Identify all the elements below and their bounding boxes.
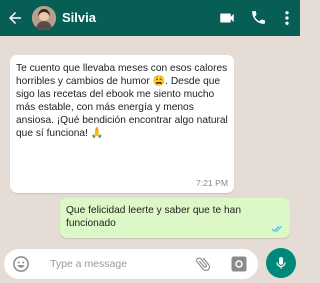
voice-message-button[interactable] <box>266 248 296 278</box>
avatar[interactable] <box>32 6 56 30</box>
incoming-message[interactable]: Te cuento que llevaba meses con esos cal… <box>10 55 234 193</box>
read-receipt-icon <box>271 225 282 233</box>
message-text: Que felicidad leerte y saber que te han … <box>66 205 241 229</box>
outgoing-message[interactable]: Que felicidad leerte y saber que te han … <box>60 198 290 238</box>
message-timestamp: 7:21 PM <box>195 178 228 188</box>
arrow-left-icon[interactable] <box>6 9 24 27</box>
paperclip-icon[interactable] <box>194 255 212 273</box>
message-input[interactable] <box>50 257 160 271</box>
microphone-icon <box>276 257 286 269</box>
phone-icon[interactable] <box>250 9 267 26</box>
kebab-menu-icon[interactable] <box>280 9 294 27</box>
video-camera-icon[interactable] <box>218 9 236 27</box>
contact-name[interactable]: Silvia <box>62 10 96 25</box>
message-composer <box>4 249 258 279</box>
weary-face-emoji: 😩 <box>152 76 166 87</box>
emoji-icon[interactable] <box>12 255 30 273</box>
folded-hands-emoji: 🙏 <box>90 128 104 139</box>
message-text: Te cuento que llevaba meses con esos cal… <box>16 63 228 139</box>
camera-icon[interactable] <box>230 255 248 273</box>
chat-header: Silvia <box>0 0 300 36</box>
